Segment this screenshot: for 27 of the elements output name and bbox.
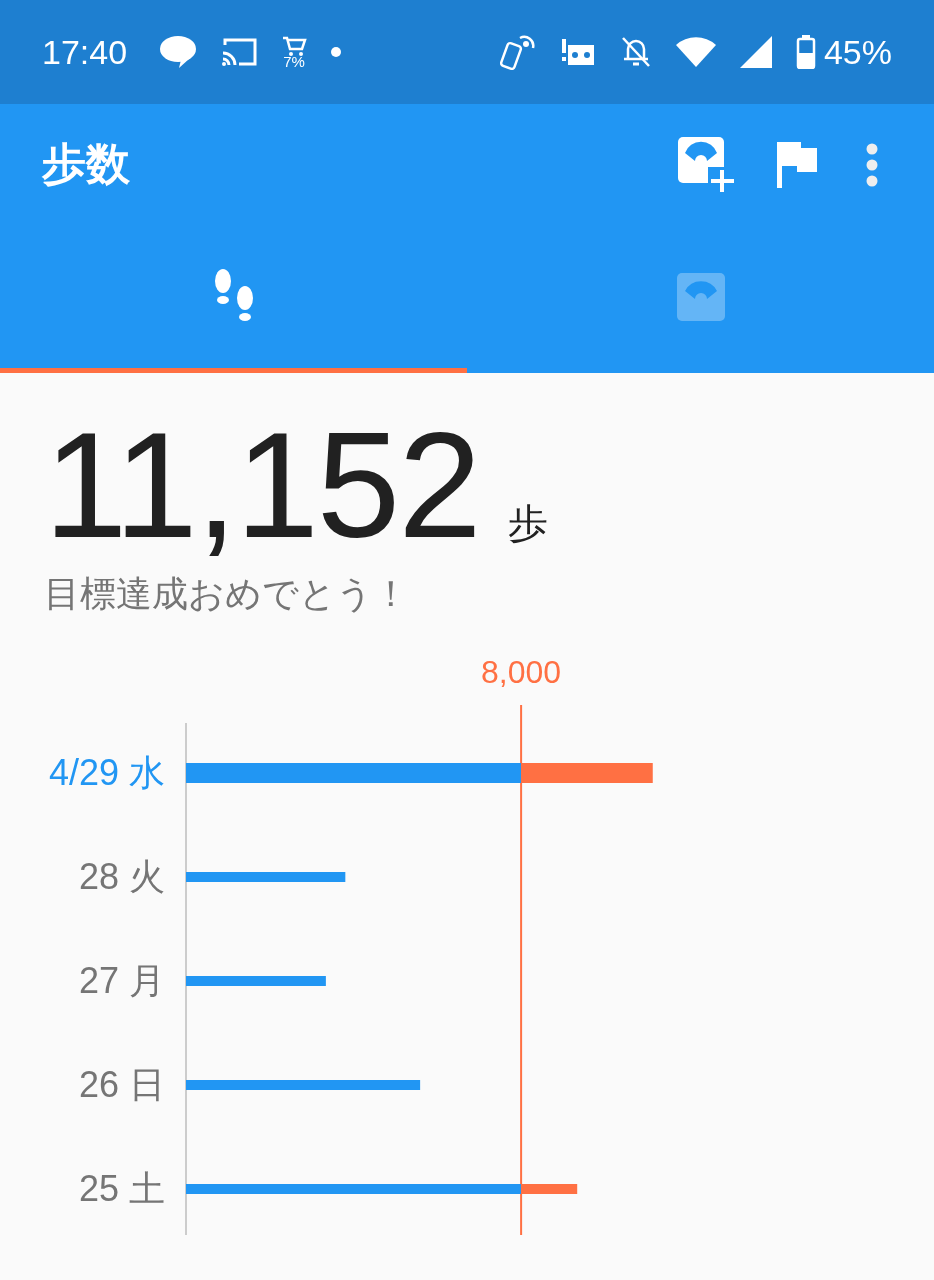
chat-bubble-icon	[159, 35, 198, 69]
battery-percent: 45%	[823, 32, 892, 72]
day-label[interactable]: 4/29 水	[48, 752, 165, 793]
day-label[interactable]: 27 月	[78, 960, 165, 1001]
scale-plus-icon	[678, 136, 736, 193]
scale-icon	[676, 272, 725, 321]
day-label[interactable]: 28 火	[78, 856, 165, 897]
cast-icon	[221, 37, 258, 67]
goal-message: 目標達成おめでとう！	[44, 572, 410, 616]
phone-nfc-icon	[499, 34, 536, 70]
app-title: 歩数	[42, 138, 131, 190]
step-count: 11,152	[44, 403, 480, 568]
battery-icon	[795, 35, 816, 69]
tape-icon	[559, 37, 596, 67]
bell-off-icon	[619, 35, 652, 69]
step-unit: 歩	[507, 500, 548, 547]
cart-percent: 7%	[283, 52, 305, 70]
cart-icon	[281, 34, 308, 57]
more-icon	[866, 142, 878, 187]
dot-icon	[331, 47, 342, 57]
day-label[interactable]: 25 土	[78, 1168, 165, 1209]
day-label[interactable]: 26 日	[78, 1064, 165, 1105]
flag-icon	[777, 141, 817, 188]
signal-icon	[739, 36, 772, 68]
clock: 17:40	[42, 32, 128, 72]
goal-label: 8,000	[481, 654, 562, 690]
wifi-icon	[675, 37, 716, 67]
